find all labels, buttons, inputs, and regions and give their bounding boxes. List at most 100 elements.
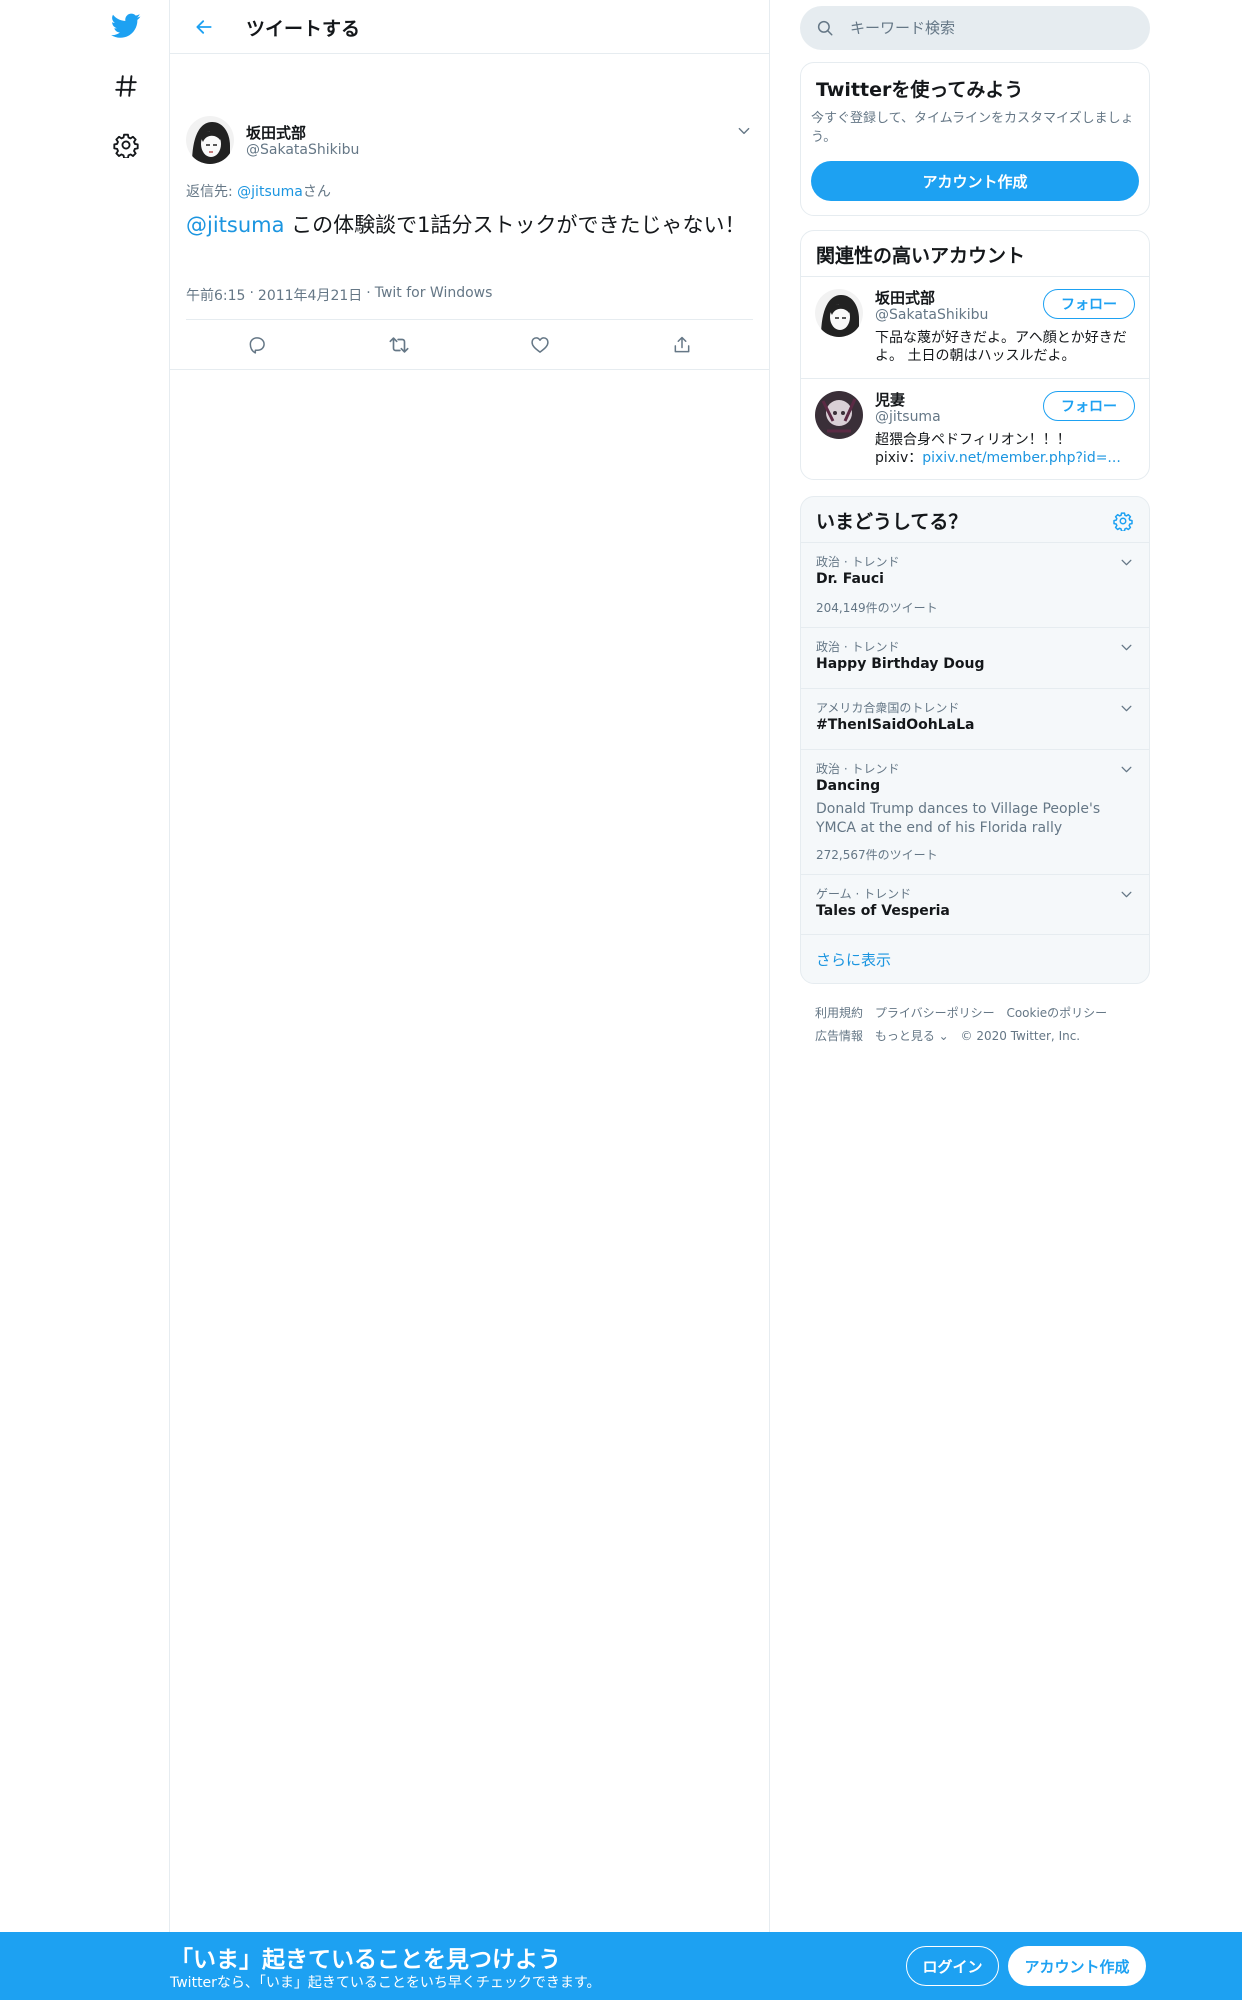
bio-link-prefix: pixiv：: [875, 450, 923, 466]
share-button[interactable]: [664, 327, 700, 363]
account-bio: 下品な蔑が好きだよ。アヘ顔とか好きだよ。 土日の朝はハッスルだよ。: [875, 330, 1127, 364]
bottom-signup-bar: 「いま」起きていることを見つけよう Twitterなら、「いま」起きていることを…: [0, 1932, 1242, 2000]
account-item[interactable]: 児妻 @jitsuma フォロー 超猥合身ペドフィリオン！！！ pixiv：pi…: [801, 379, 1149, 479]
avatar[interactable]: [186, 116, 234, 164]
page-header: ツイートする: [170, 0, 769, 54]
avatar[interactable]: [815, 391, 863, 439]
tweet-text: @jitsuma この体験談で1話分ストックができたじゃない！: [186, 211, 756, 240]
trend-count: 272,567件のツイート: [816, 848, 938, 862]
bio-link[interactable]: pixiv.net/member.php?id=...: [922, 450, 1121, 466]
gear-icon: [113, 133, 139, 158]
trend-count: 204,149件のツイート: [816, 601, 938, 615]
trends-card: いまどうしてる？ 政治 · トレンド Dr. Fauci 204,149件のツイ…: [800, 496, 1150, 984]
chevron-down-icon: [1121, 644, 1131, 650]
copyright: © 2020 Twitter, Inc.: [960, 1029, 1081, 1043]
footer-link-ads[interactable]: 広告情報: [815, 1029, 863, 1043]
trend-item[interactable]: ゲーム · トレンド Tales of Vesperia: [801, 875, 1149, 935]
trend-menu-button[interactable]: [1117, 760, 1135, 778]
trend-category: 政治 · トレンド: [816, 762, 900, 776]
trend-item[interactable]: 政治 · トレンド Dancing Donald Trump dances to…: [801, 750, 1149, 874]
reply-to-link[interactable]: @jitsuma: [237, 184, 303, 200]
signup-button[interactable]: アカウント作成: [1008, 1946, 1146, 1986]
footer-link-privacy[interactable]: プライバシーポリシー: [875, 1006, 995, 1020]
trend-item[interactable]: アメリカ合衆国のトレンド #ThenISaidOohLaLa: [801, 689, 1149, 749]
account-name[interactable]: 児妻: [875, 389, 905, 410]
retweet-button[interactable]: [381, 327, 417, 363]
mention-link[interactable]: @jitsuma: [186, 213, 284, 237]
page-title: ツイートする: [246, 18, 361, 40]
create-account-button[interactable]: アカウント作成: [811, 161, 1139, 201]
avatar-illustration: [815, 289, 863, 337]
trend-name: Tales of Vesperia: [816, 903, 950, 919]
account-handle[interactable]: @SakataShikibu: [875, 307, 988, 323]
reply-button[interactable]: [239, 327, 275, 363]
explore-button[interactable]: [100, 60, 152, 112]
trend-name: Dr. Fauci: [816, 571, 884, 587]
arrow-left-icon: [196, 20, 212, 34]
tweet-date[interactable]: 2011年4月21日: [258, 285, 362, 305]
trend-category: 政治 · トレンド: [816, 640, 900, 654]
signup-title: Twitterを使ってみよう: [816, 79, 1024, 101]
tweet-menu-button[interactable]: [731, 118, 757, 144]
account-item[interactable]: 坂田式部 @SakataShikibu フォロー 下品な蔑が好きだよ。アヘ顔とか…: [801, 277, 1149, 377]
chevron-down-icon: [1121, 705, 1131, 711]
related-accounts-card: 関連性の高いアカウント 坂田式部 @SakataShikibu フォロー 下品な…: [800, 230, 1150, 480]
reply-to-line: 返信先: @jitsumaさん: [186, 181, 331, 201]
reply-suffix: さん: [302, 184, 331, 200]
share-icon: [674, 336, 690, 353]
follow-button[interactable]: フォロー: [1043, 391, 1135, 421]
avatar-illustration: [186, 116, 234, 164]
signup-card: Twitterを使ってみよう 今すぐ登録して、タイムラインをカスタマイズしましょ…: [800, 62, 1150, 216]
trend-item[interactable]: 政治 · トレンド Happy Birthday Doug: [801, 628, 1149, 688]
twitter-logo-icon: [111, 13, 141, 38]
meta-separator: ·: [366, 285, 371, 301]
gear-icon: [1113, 512, 1133, 531]
trend-category: 政治 · トレンド: [816, 555, 900, 569]
main-column: ツイートする 坂田式部 @SakataShikibu 返信先: @jitsuma…: [169, 0, 770, 1932]
author-name[interactable]: 坂田式部: [246, 122, 306, 143]
search-input[interactable]: [850, 6, 1130, 50]
footer-link-more[interactable]: もっと見る ⌄: [875, 1029, 949, 1043]
like-button[interactable]: [522, 327, 558, 363]
reply-prefix: 返信先:: [186, 184, 238, 200]
search-icon: [817, 20, 833, 36]
trend-item[interactable]: 政治 · トレンド Dr. Fauci 204,149件のツイート: [801, 543, 1149, 627]
footer-link-cookies[interactable]: Cookieのポリシー: [1006, 1006, 1107, 1020]
signup-description: 今すぐ登録して、タイムラインをカスタマイズしましょう。: [811, 111, 1134, 145]
search-bar: [800, 6, 1150, 50]
trend-name: Dancing: [816, 778, 881, 794]
reply-icon: [249, 337, 265, 354]
footer-links: 利用規約 プライバシーポリシー Cookieのポリシー 広告情報 もっと見る ⌄…: [815, 1002, 1145, 1048]
account-bio: 超猥合身ペドフィリオン！！！ pixiv：pixiv.net/member.ph…: [875, 431, 1137, 467]
tweet-actions: [186, 322, 753, 368]
login-button[interactable]: ログイン: [906, 1946, 999, 1986]
account-handle[interactable]: @jitsuma: [875, 409, 941, 425]
tweet-time[interactable]: 午前6:15: [186, 285, 245, 305]
trend-menu-button[interactable]: [1117, 885, 1135, 903]
bottom-bar-subtitle: Twitterなら、「いま」起きていることをいち早くチェックできます。: [170, 1975, 601, 1991]
avatar[interactable]: [815, 289, 863, 337]
twitter-logo-button[interactable]: [100, 0, 152, 52]
account-name[interactable]: 坂田式部: [875, 287, 935, 308]
chevron-down-icon: [1121, 559, 1131, 565]
trend-category: ゲーム · トレンド: [816, 887, 912, 901]
settings-button[interactable]: [100, 119, 152, 171]
chevron-down-icon: [1121, 766, 1131, 772]
trend-menu-button[interactable]: [1117, 553, 1135, 571]
tweet-source[interactable]: Twit for Windows: [375, 285, 493, 305]
show-more-link[interactable]: さらに表示: [816, 949, 891, 970]
trends-settings-button[interactable]: [1111, 509, 1135, 533]
follow-button[interactable]: フォロー: [1043, 289, 1135, 319]
trend-description: Donald Trump dances to Village People's …: [816, 801, 1101, 836]
retweet-icon: [389, 337, 409, 353]
divider: [801, 934, 1149, 935]
trend-menu-button[interactable]: [1117, 699, 1135, 717]
chevron-down-icon: [738, 127, 750, 135]
trend-menu-button[interactable]: [1117, 638, 1135, 656]
avatar-illustration: [815, 391, 863, 439]
back-button[interactable]: [186, 9, 222, 45]
bottom-bar-title: 「いま」起きていることを見つけよう: [170, 1947, 561, 1973]
footer-link-terms[interactable]: 利用規約: [815, 1006, 863, 1020]
trend-category: アメリカ合衆国のトレンド: [816, 701, 960, 715]
author-handle[interactable]: @SakataShikibu: [246, 142, 359, 158]
